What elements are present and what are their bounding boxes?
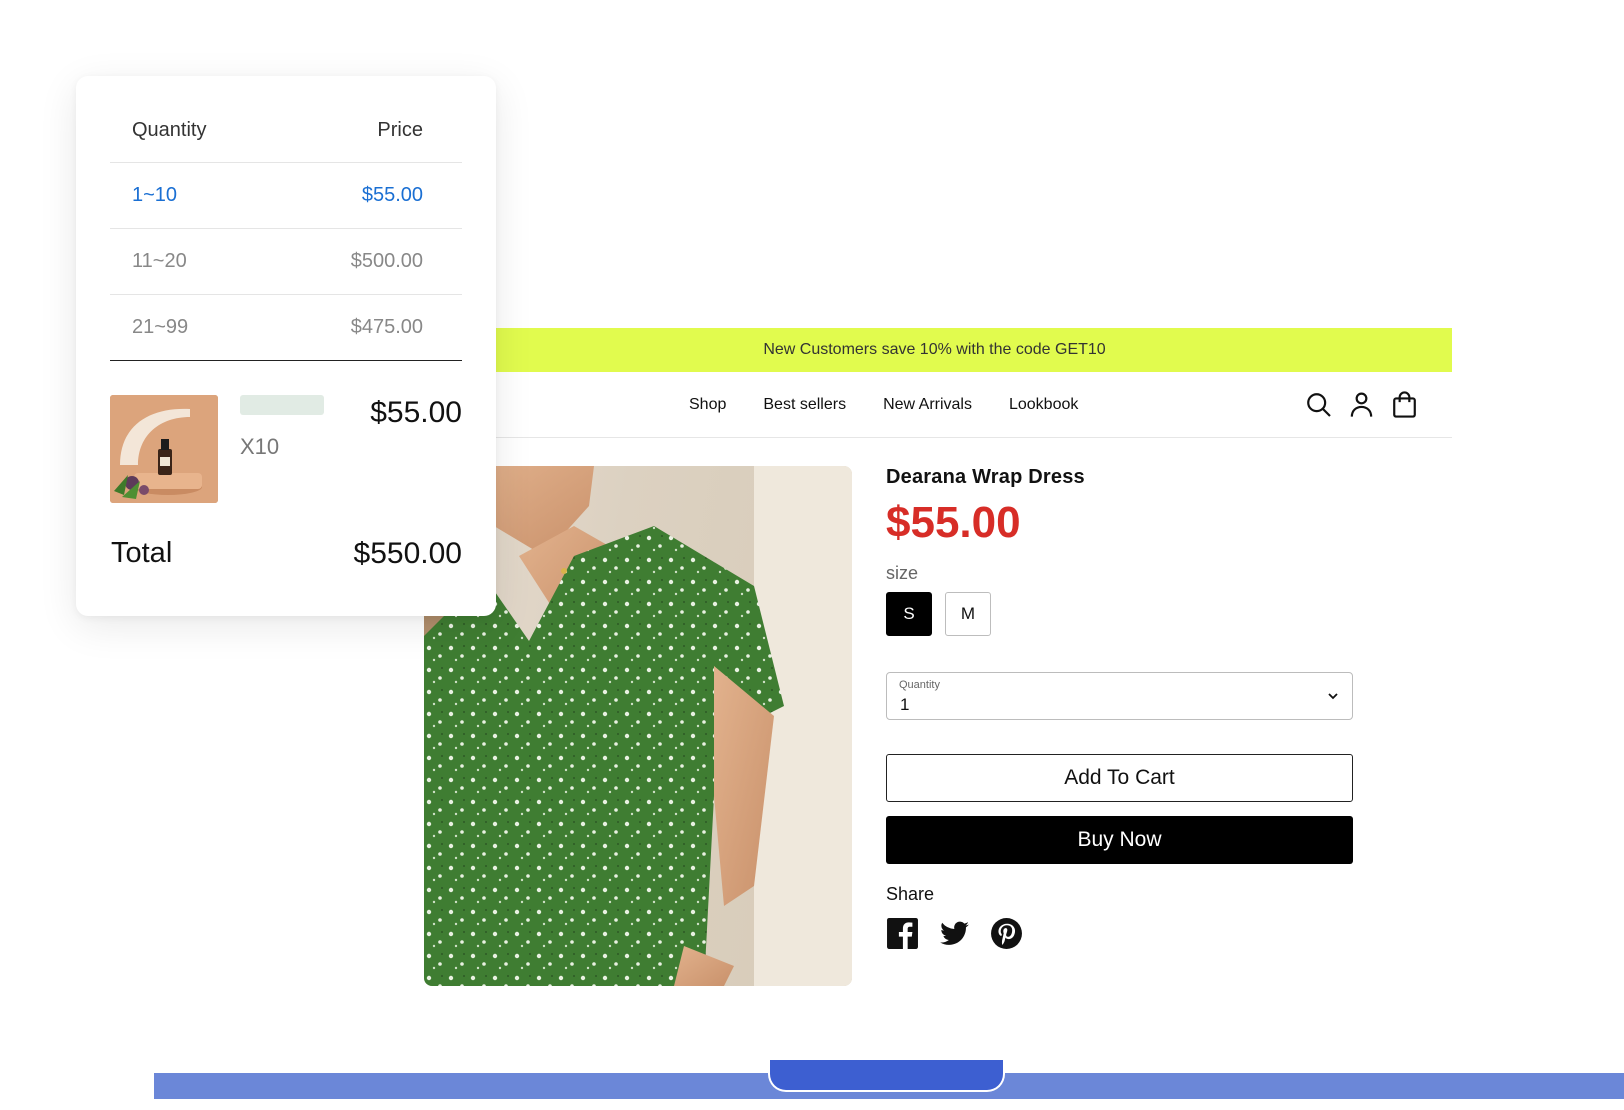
tier-price: $500.00: [350, 250, 423, 272]
chevron-down-icon: [1326, 689, 1340, 703]
product-title: Dearana Wrap Dress: [886, 466, 1085, 488]
quantity-select-value: 1: [900, 695, 910, 714]
tier-range: 21~99: [132, 316, 189, 338]
facebook-icon[interactable]: [886, 917, 919, 950]
item-name-placeholder: [240, 395, 324, 415]
item-thumbnail: [110, 395, 218, 503]
tier-pricing-table: Quantity Price 1~10 $55.00 11~20 $500.00…: [110, 98, 462, 361]
quantity-select-label: Quantity: [899, 679, 940, 691]
buy-now-button[interactable]: Buy Now: [886, 816, 1353, 864]
pinterest-icon[interactable]: [990, 917, 1023, 950]
size-option-m[interactable]: M: [945, 592, 991, 636]
tier-price: $475.00: [350, 316, 423, 338]
size-label: size: [886, 563, 919, 583]
table-row[interactable]: 21~99 $475.00: [110, 295, 462, 361]
tier-range: 11~20: [132, 250, 187, 272]
size-options: S M: [886, 592, 1353, 636]
price-column-header: Price: [377, 118, 423, 141]
twitter-icon[interactable]: [938, 917, 971, 950]
nav-link-new-arrivals[interactable]: New Arrivals: [883, 396, 972, 414]
share-label: Share: [886, 884, 935, 904]
bottom-tab[interactable]: [768, 1060, 1005, 1092]
table-header-row: Quantity Price: [110, 98, 462, 163]
announcement-text: New Customers save 10% with the code GET…: [763, 341, 1106, 358]
tier-price: $55.00: [361, 184, 423, 206]
product-price: $55.00: [886, 498, 1021, 547]
tier-range: 1~10: [132, 184, 178, 206]
site-header: Shop Best sellers New Arrivals Lookbook: [417, 372, 1452, 438]
account-icon[interactable]: [1347, 390, 1376, 419]
total-value: $550.00: [353, 537, 462, 570]
search-icon[interactable]: [1304, 390, 1333, 419]
header-icons: [1304, 390, 1419, 419]
main-nav: Shop Best sellers New Arrivals Lookbook: [689, 372, 1078, 438]
table-row[interactable]: 11~20 $500.00: [110, 229, 462, 295]
nav-link-lookbook[interactable]: Lookbook: [1009, 396, 1078, 414]
nav-link-shop[interactable]: Shop: [689, 396, 726, 414]
add-to-cart-button[interactable]: Add To Cart: [886, 754, 1353, 802]
announcement-bar: New Customers save 10% with the code GET…: [417, 328, 1452, 372]
bag-icon[interactable]: [1390, 390, 1419, 419]
item-quantity: X10: [240, 434, 280, 459]
product-info: Dearana Wrap Dress $55.00 size S M Quant…: [886, 466, 1353, 950]
tier-pricing-card: Quantity Price 1~10 $55.00 11~20 $500.00…: [76, 76, 496, 616]
nav-link-best-sellers[interactable]: Best sellers: [763, 396, 846, 414]
item-price: $55.00: [370, 396, 462, 429]
size-option-s[interactable]: S: [886, 592, 932, 636]
quantity-column-header: Quantity: [132, 118, 207, 141]
table-row[interactable]: 1~10 $55.00: [110, 163, 462, 229]
share-icons: [886, 917, 1353, 950]
quantity-select[interactable]: Quantity 1: [886, 672, 1353, 720]
total-label: Total: [111, 537, 173, 569]
